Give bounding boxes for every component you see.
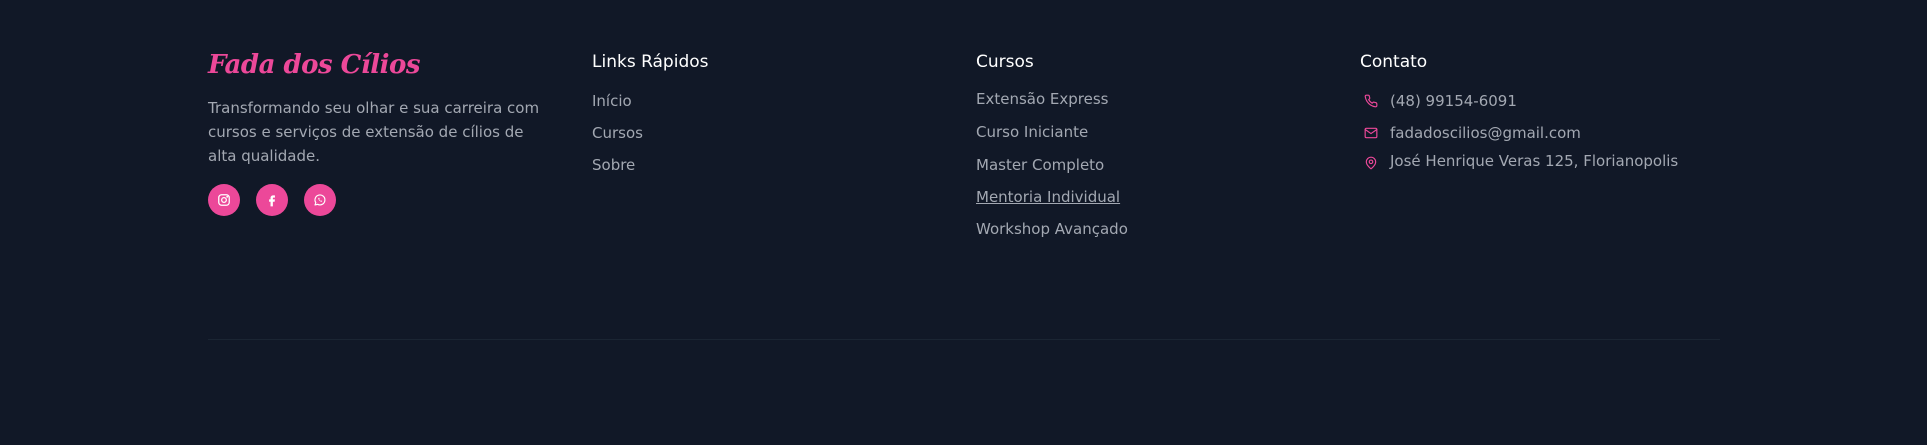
phone-icon xyxy=(1362,90,1380,112)
list-item: Mentoria Individual xyxy=(976,186,1360,218)
contact-email: fadadoscilios@gmail.com xyxy=(1360,122,1744,150)
link-inicio[interactable]: Início xyxy=(592,92,632,110)
whatsapp-icon xyxy=(314,194,326,206)
mail-icon xyxy=(1362,122,1380,144)
link-workshop-avancado[interactable]: Workshop Avançado xyxy=(976,220,1128,238)
courses-list: Extensão Express Curso Iniciante Master … xyxy=(976,88,1360,251)
whatsapp-button[interactable] xyxy=(304,184,336,216)
footer-grid: Fada dos Cílios Transformando seu olhar … xyxy=(208,0,1720,251)
brand-logo-text: Fada dos Cílios xyxy=(208,50,420,80)
courses-title: Cursos xyxy=(976,52,1034,72)
link-sobre[interactable]: Sobre xyxy=(592,156,635,174)
list-item: Master Completo xyxy=(976,154,1360,186)
contact-title: Contato xyxy=(1360,52,1428,72)
list-item: Sobre xyxy=(592,154,976,186)
footer-quick-links-column: Links Rápidos Início Cursos Sobre xyxy=(592,0,976,251)
instagram-icon xyxy=(218,194,230,206)
list-item: Curso Iniciante xyxy=(976,121,1360,154)
contact-phone-text: (48) 99154-6091 xyxy=(1390,92,1517,110)
contact-phone: (48) 99154-6091 xyxy=(1360,90,1744,122)
facebook-button[interactable] xyxy=(256,184,288,216)
brand-description: Transformando seu olhar e sua carreira c… xyxy=(208,99,540,165)
footer-brand-column: Fada dos Cílios Transformando seu olhar … xyxy=(208,0,592,251)
link-cursos[interactable]: Cursos xyxy=(592,124,643,142)
footer-contact-column: Contato (48) 99154-6091 fadadoscilios@gm… xyxy=(1360,0,1744,251)
link-extensao-express[interactable]: Extensão Express xyxy=(976,90,1109,108)
contact-address-text: José Henrique Veras 125, Florianopolis xyxy=(1390,152,1679,170)
facebook-icon xyxy=(269,195,275,207)
link-mentoria-individual[interactable]: Mentoria Individual xyxy=(976,188,1120,206)
quick-links-list: Início Cursos Sobre xyxy=(592,90,976,186)
link-master-completo[interactable]: Master Completo xyxy=(976,156,1104,174)
contact-address: José Henrique Veras 125, Florianopolis xyxy=(1360,150,1744,172)
instagram-button[interactable] xyxy=(208,184,240,216)
footer-divider xyxy=(208,339,1720,340)
quick-links-title: Links Rápidos xyxy=(592,52,709,72)
map-pin-icon xyxy=(1362,150,1380,172)
list-item: Cursos xyxy=(592,122,976,154)
contact-list: (48) 99154-6091 fadadoscilios@gmail.com xyxy=(1360,90,1744,172)
contact-email-text: fadadoscilios@gmail.com xyxy=(1390,124,1581,142)
footer-courses-column: Cursos Extensão Express Curso Iniciante … xyxy=(976,0,1360,251)
list-item: Workshop Avançado xyxy=(976,218,1360,251)
link-curso-iniciante[interactable]: Curso Iniciante xyxy=(976,123,1088,141)
social-links xyxy=(208,184,592,216)
list-item: Extensão Express xyxy=(976,88,1360,121)
site-footer: Fada dos Cílios Transformando seu olhar … xyxy=(0,0,1927,445)
list-item: Início xyxy=(592,90,976,122)
